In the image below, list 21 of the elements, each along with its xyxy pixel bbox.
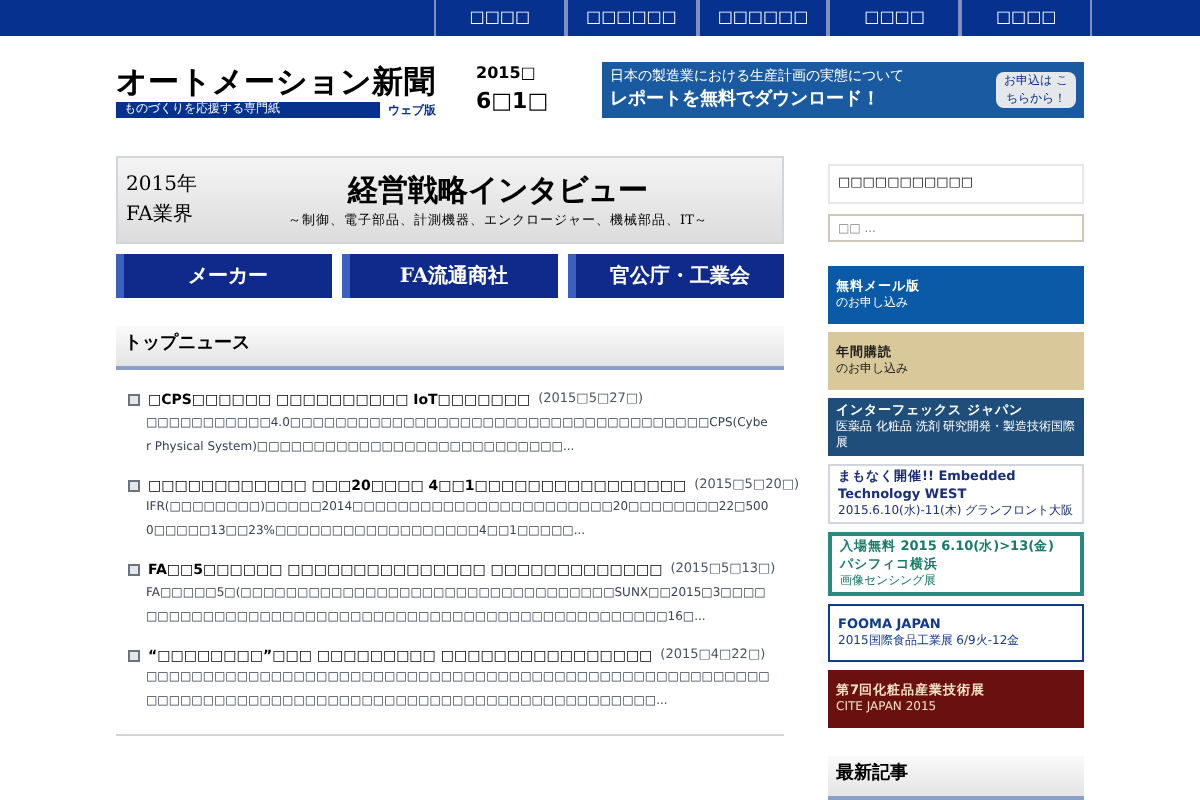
- banner-industry: FA業界: [126, 201, 195, 230]
- category-button[interactable]: 官公庁・工業会: [568, 254, 784, 298]
- banner-year: 2015年: [126, 172, 199, 200]
- bullet-icon: [128, 479, 140, 492]
- category-button[interactable]: FA流通商社: [342, 254, 558, 298]
- section-title: 最新記事: [836, 762, 908, 789]
- bullet-icon: [128, 564, 140, 577]
- section-title: トップニュース: [124, 332, 250, 359]
- category-button[interactable]: メーカー: [116, 254, 332, 298]
- date-day: 6□1□: [476, 85, 549, 119]
- logo-title: オートメーション新聞: [116, 61, 436, 101]
- nav-link[interactable]: □□□□: [828, 0, 961, 36]
- banner-title: 経営戦略インタビュー: [348, 169, 648, 212]
- nav-link[interactable]: □□□□□□: [697, 0, 829, 36]
- nav-link[interactable]: □□□□□□: [565, 0, 698, 36]
- nav-link[interactable]: □□□□: [960, 0, 1092, 36]
- date-year: 2015□: [476, 61, 538, 86]
- ad-headline: レポートを無料でダウンロード！: [610, 87, 882, 113]
- bullet-icon: [128, 394, 140, 407]
- nav-link[interactable]: □□□□: [434, 0, 566, 36]
- bullet-icon: [128, 649, 140, 662]
